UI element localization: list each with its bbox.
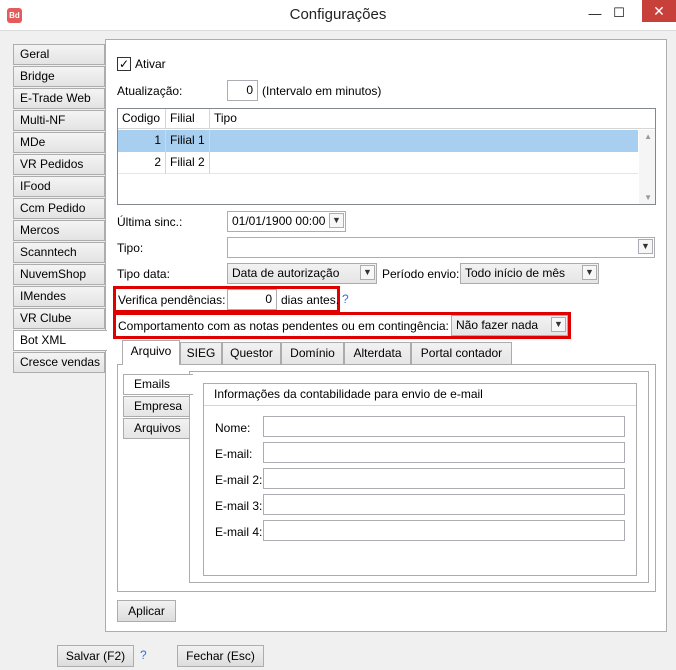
column-header-tipo[interactable]: Tipo (210, 109, 655, 129)
cell-codigo: 1 (118, 130, 166, 152)
cell-tipo (210, 152, 638, 174)
table-row[interactable]: 1 Filial 1 (118, 130, 638, 152)
tab-portal-contador[interactable]: Portal contador (411, 342, 512, 365)
nav-item-scanntech[interactable]: Scanntech (13, 242, 105, 263)
nav-item-bot-xml[interactable]: Bot XML (13, 330, 107, 351)
tipo-select[interactable]: ▼ (227, 237, 655, 258)
verifica-input[interactable]: 0 (227, 289, 277, 310)
email-group-title: Informações da contabilidade para envio … (204, 384, 636, 406)
email4-label: E-mail 4: (215, 525, 263, 539)
column-header-filial[interactable]: Filial (166, 109, 210, 129)
tab-alterdata[interactable]: Alterdata (344, 342, 411, 365)
periodo-envio-label: Período envio: (382, 267, 460, 281)
table-row[interactable]: 2 Filial 2 (118, 152, 638, 174)
email4-input[interactable] (263, 520, 625, 541)
scroll-up-icon[interactable]: ▲ (644, 132, 652, 141)
aplicar-button[interactable]: Aplicar (117, 600, 176, 622)
atualizacao-input[interactable]: 0 (227, 80, 258, 101)
nav-item-nuvemshop[interactable]: NuvemShop (13, 264, 105, 285)
ativar-checkbox[interactable]: ✓ (117, 57, 131, 71)
tab-questor[interactable]: Questor (222, 342, 281, 365)
periodo-envio-select[interactable]: Todo início de mês ▼ (460, 263, 599, 284)
cell-tipo (210, 130, 638, 152)
tipo-data-select[interactable]: Data de autorização ▼ (227, 263, 377, 284)
tipo-data-value: Data de autorização (232, 266, 340, 280)
atualizacao-hint: (Intervalo em minutos) (262, 84, 382, 98)
tab-arquivo[interactable]: Arquivo (122, 340, 180, 365)
cell-codigo: 2 (118, 152, 166, 174)
email-label: E-mail: (215, 447, 253, 461)
tab-sieg[interactable]: SIEG (180, 342, 222, 365)
email2-label: E-mail 2: (215, 473, 263, 487)
comportamento-label: Comportamento com as notas pendentes ou … (118, 319, 449, 333)
email3-label: E-mail 3: (215, 499, 263, 513)
verifica-suffix: dias antes. (281, 293, 340, 307)
nav-item-cresce-vendas[interactable]: Cresce vendas (13, 352, 105, 373)
vtab-arquivos[interactable]: Arquivos (123, 418, 190, 439)
vtab-empresa[interactable]: Empresa (123, 396, 190, 417)
nav-item-ccm-pedido[interactable]: Ccm Pedido (13, 198, 105, 219)
chevron-down-icon[interactable]: ▼ (360, 265, 375, 280)
nav-item-vr-pedidos[interactable]: VR Pedidos (13, 154, 105, 175)
column-header-codigo[interactable]: Codigo (118, 109, 166, 129)
chevron-down-icon[interactable]: ▼ (638, 239, 653, 254)
nav-item-bridge[interactable]: Bridge (13, 66, 105, 87)
comportamento-value: Não fazer nada (456, 318, 539, 332)
tipo-label: Tipo: (117, 241, 144, 255)
maximize-icon[interactable]: ☐ (604, 0, 634, 26)
salvar-help-icon[interactable]: ? (140, 648, 147, 662)
nav-item-mde[interactable]: MDe (13, 132, 105, 153)
filiais-grid[interactable]: Codigo Filial Tipo 1 Filial 1 2 Filial 2… (117, 108, 656, 205)
fechar-button[interactable]: Fechar (Esc) (177, 645, 264, 667)
ultima-sinc-value: 01/01/1900 00:00 (232, 214, 326, 228)
vtab-emails[interactable]: Emails (123, 374, 193, 395)
comportamento-select[interactable]: Não fazer nada ▼ (451, 315, 568, 336)
chevron-down-icon[interactable]: ▼ (551, 317, 566, 332)
cell-filial: Filial 1 (166, 130, 210, 152)
email3-input[interactable] (263, 494, 625, 515)
ultima-sinc-picker[interactable]: 01/01/1900 00:00 ▼ (227, 211, 346, 232)
chevron-down-icon[interactable]: ▼ (582, 265, 597, 280)
scroll-down-icon[interactable]: ▼ (644, 193, 652, 202)
cell-filial: Filial 2 (166, 152, 210, 174)
periodo-envio-value: Todo início de mês (465, 266, 566, 280)
nav-item-ifood[interactable]: IFood (13, 176, 105, 197)
atualizacao-label: Atualização: (117, 84, 183, 98)
nav-item-geral[interactable]: Geral (13, 44, 105, 65)
ativar-label: Ativar (135, 57, 166, 71)
nav-item-multi-nf[interactable]: Multi-NF (13, 110, 105, 131)
chevron-down-icon[interactable]: ▼ (329, 213, 344, 228)
verifica-label: Verifica pendências: (118, 293, 226, 307)
nome-input[interactable] (263, 416, 625, 437)
nome-label: Nome: (215, 421, 251, 435)
nav-item-mercos[interactable]: Mercos (13, 220, 105, 241)
email-input[interactable] (263, 442, 625, 463)
nav-item-vr-clube[interactable]: VR Clube (13, 308, 105, 329)
email2-input[interactable] (263, 468, 625, 489)
grid-scrollbar[interactable]: ▲ ▼ (639, 130, 655, 204)
ultima-sinc-label: Última sinc.: (117, 215, 183, 229)
verifica-help-icon[interactable]: ? (342, 292, 349, 306)
salvar-button[interactable]: Salvar (F2) (57, 645, 134, 667)
nav-item-imendes[interactable]: IMendes (13, 286, 105, 307)
title-bar: Bd Configurações — ☐ ✕ (0, 0, 676, 31)
close-icon[interactable]: ✕ (642, 0, 676, 22)
tab-dominio[interactable]: Domínio (281, 342, 344, 365)
nav-item-etrade-web[interactable]: E-Trade Web (13, 88, 105, 109)
tipo-data-label: Tipo data: (117, 267, 170, 281)
window-title: Configurações (289, 6, 387, 23)
